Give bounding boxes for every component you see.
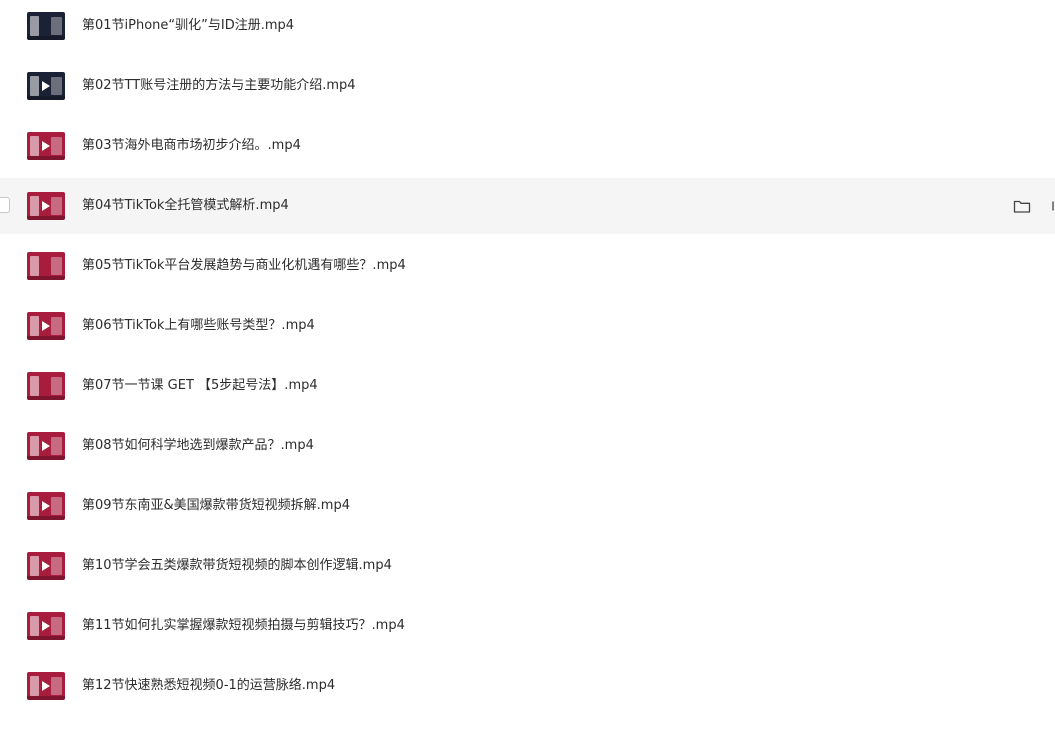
file-row[interactable]: 第06节TikTok上有哪些账号类型？.mp4 [0,298,1055,354]
video-thumbnail-icon [27,192,65,220]
file-name: 第07节一节课 GET 【5步起号法】.mp4 [82,378,318,393]
row-checkbox[interactable] [0,197,10,213]
file-row[interactable]: 第07节一节课 GET 【5步起号法】.mp4 [0,358,1055,414]
folder-icon[interactable] [1012,196,1032,216]
file-name: 第06节TikTok上有哪些账号类型？.mp4 [82,318,315,333]
video-thumbnail-icon [27,612,65,640]
file-name: 第05节TikTok平台发展趋势与商业化机遇有哪些？.mp4 [82,258,406,273]
file-name: 第08节如何科学地选到爆款产品？.mp4 [82,438,314,453]
video-thumbnail-icon [27,132,65,160]
file-row[interactable]: 第04节TikTok全托管模式解析.mp4 [0,178,1055,234]
video-thumbnail-icon [27,552,65,580]
file-row[interactable]: 第09节东南亚&美国爆款带货短视频拆解.mp4 [0,478,1055,534]
file-row[interactable]: 第10节学会五类爆款带货短视频的脚本创作逻辑.mp4 [0,538,1055,594]
video-thumbnail-icon [27,432,65,460]
video-thumbnail-icon [27,672,65,700]
file-list: 第01节iPhone“驯化”与ID注册.mp4 第02节TT账号注册的方法与主要… [0,0,1055,729]
file-name: 第09节东南亚&美国爆款带货短视频拆解.mp4 [82,498,350,513]
file-row[interactable]: 第11节如何扎实掌握爆款短视频拍摄与剪辑技巧？.mp4 [0,598,1055,654]
file-row[interactable]: 第01节iPhone“驯化”与ID注册.mp4 [0,0,1055,54]
video-thumbnail-icon [27,372,65,400]
file-row[interactable]: 第08节如何科学地选到爆款产品？.mp4 [0,418,1055,474]
video-thumbnail-icon [27,12,65,40]
file-name: 第04节TikTok全托管模式解析.mp4 [82,198,289,213]
partial-action-icon[interactable] [1050,196,1055,216]
file-row[interactable]: 第12节快速熟悉短视频0-1的运营脉络.mp4 [0,658,1055,714]
file-name: 第10节学会五类爆款带货短视频的脚本创作逻辑.mp4 [82,558,392,573]
video-thumbnail-icon [27,252,65,280]
video-thumbnail-icon [27,312,65,340]
file-name: 第01节iPhone“驯化”与ID注册.mp4 [82,18,295,33]
video-thumbnail-icon [27,72,65,100]
file-name: 第11节如何扎实掌握爆款短视频拍摄与剪辑技巧？.mp4 [82,618,405,633]
file-row[interactable]: 第05节TikTok平台发展趋势与商业化机遇有哪些？.mp4 [0,238,1055,294]
file-name: 第03节海外电商市场初步介绍。.mp4 [82,138,301,153]
file-name: 第12节快速熟悉短视频0-1的运营脉络.mp4 [82,678,336,693]
file-row[interactable]: 第02节TT账号注册的方法与主要功能介绍.mp4 [0,58,1055,114]
file-name: 第02节TT账号注册的方法与主要功能介绍.mp4 [82,78,356,93]
file-row[interactable]: 第03节海外电商市场初步介绍。.mp4 [0,118,1055,174]
video-thumbnail-icon [27,492,65,520]
